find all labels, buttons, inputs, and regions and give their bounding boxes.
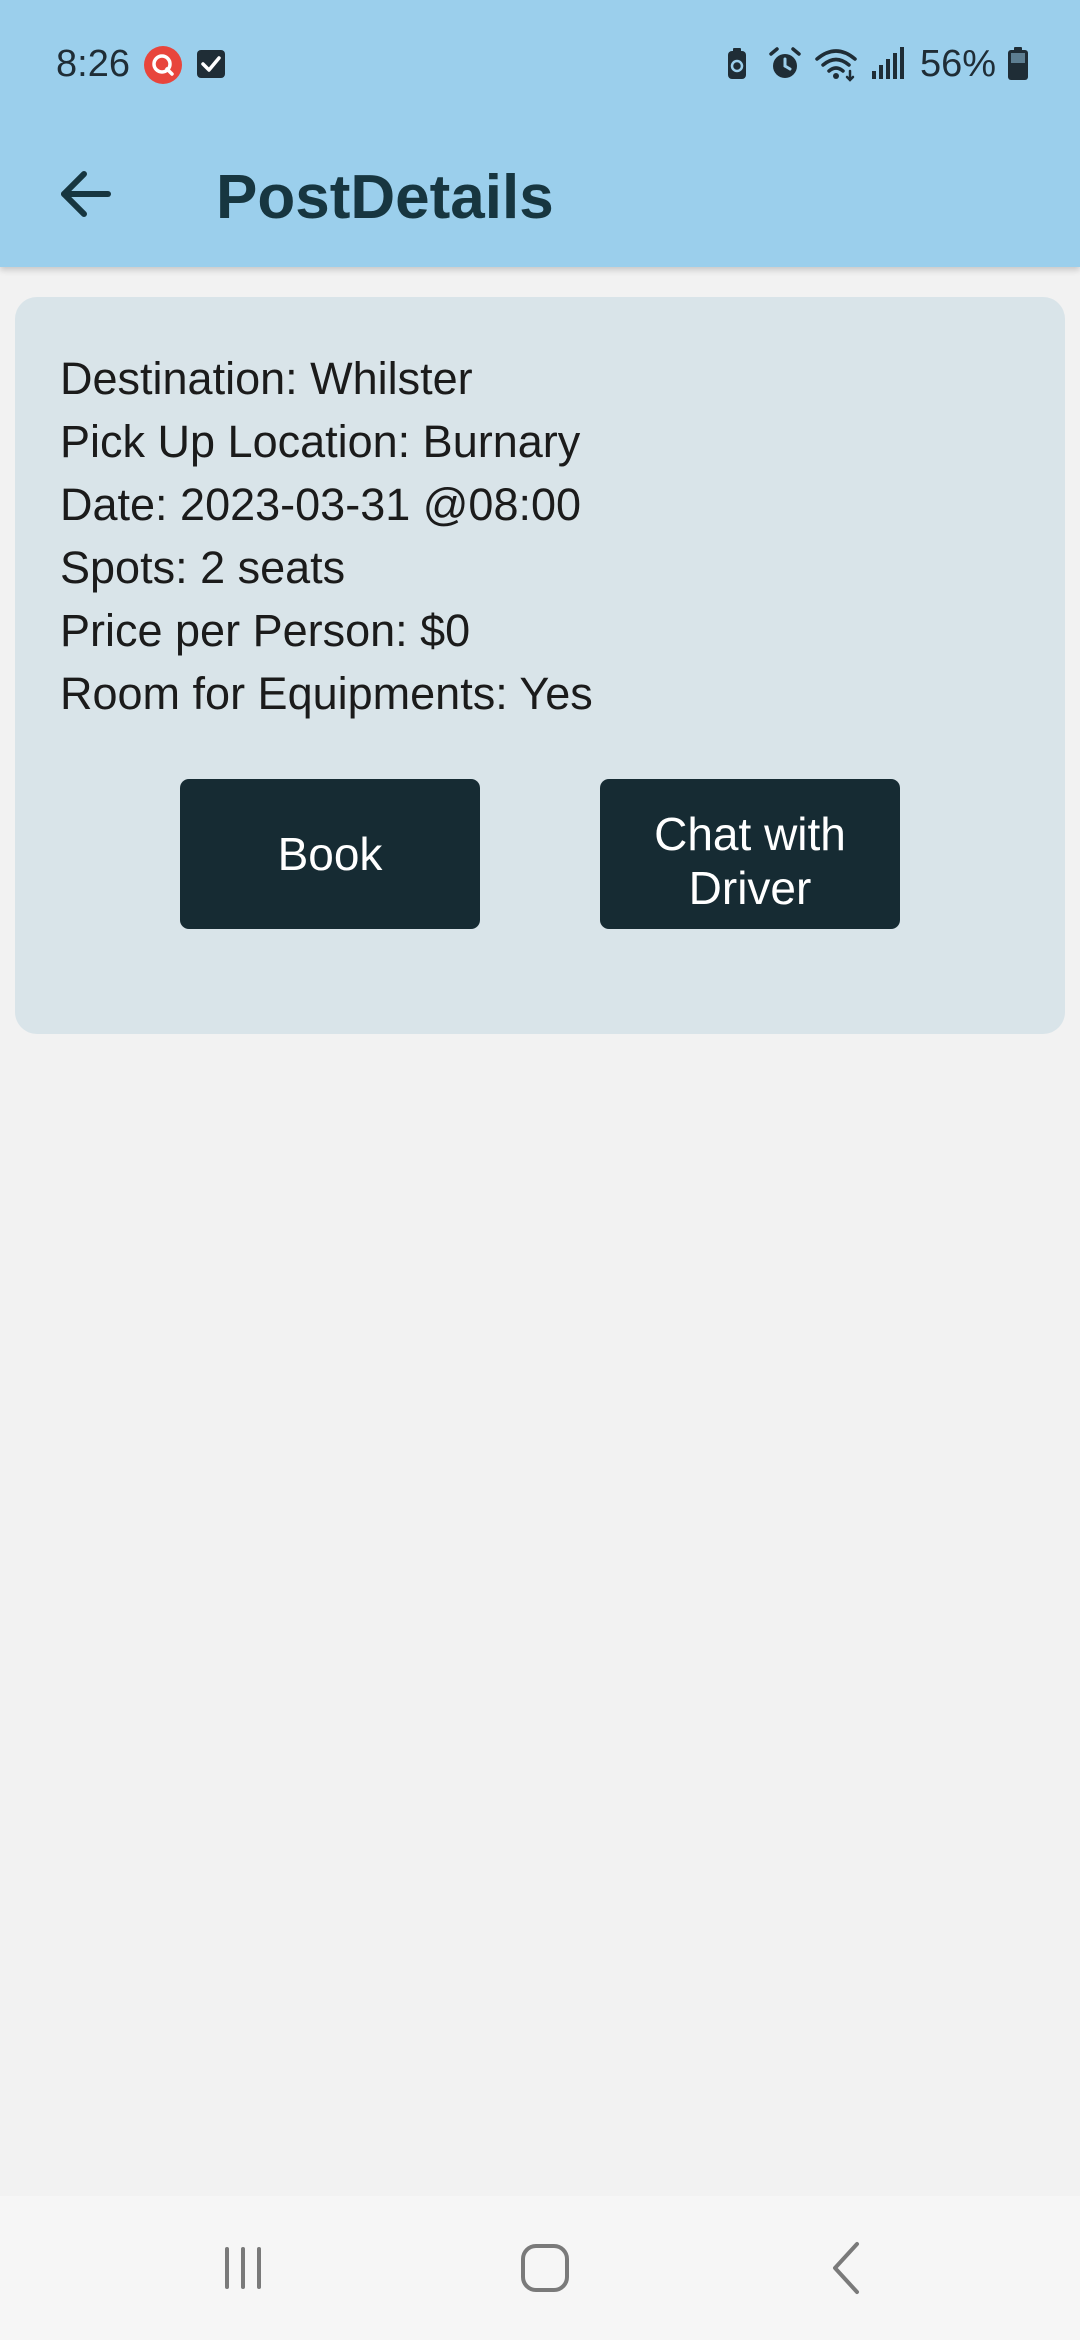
battery-percentage: 56% xyxy=(919,42,996,85)
status-icons: 56% xyxy=(718,40,1030,88)
recent-apps-button[interactable] xyxy=(193,2226,293,2310)
date-text: Date: 2023-03-31 @08:00 xyxy=(60,479,582,530)
signal-icon xyxy=(871,47,904,79)
post-details-list: Destination: Whilster Pick Up Location: … xyxy=(60,347,593,725)
status-time: 8:26 xyxy=(56,43,130,85)
chat-with-driver-button[interactable]: Chat with Driver xyxy=(600,779,900,929)
post-details-card: Destination: Whilster Pick Up Location: … xyxy=(15,297,1065,1034)
battery-icon xyxy=(1008,47,1028,80)
pickup-location-text: Pick Up Location: Burnary xyxy=(60,416,581,467)
arrow-left-icon xyxy=(61,171,111,217)
home-button[interactable] xyxy=(495,2226,595,2310)
search-notification-icon xyxy=(144,46,182,84)
status-bar: 8:26 56% xyxy=(0,0,1080,130)
wifi-icon xyxy=(815,49,857,82)
back-button[interactable] xyxy=(44,152,128,236)
home-icon xyxy=(521,2244,569,2292)
battery-saver-icon xyxy=(727,48,746,79)
app-bar: PostDetails xyxy=(0,130,1080,267)
book-button[interactable]: Book xyxy=(180,779,480,929)
spots-text: Spots: 2 seats xyxy=(60,542,346,593)
system-back-button[interactable] xyxy=(797,2226,897,2310)
recent-apps-icon xyxy=(225,2247,261,2289)
price-text: Price per Person: $0 xyxy=(60,605,471,656)
checkbox-notification-icon xyxy=(196,48,226,80)
chevron-left-icon xyxy=(833,2242,859,2294)
header: 8:26 56% PostDetails xyxy=(0,0,1080,267)
equipment-text: Room for Equipments: Yes xyxy=(60,668,593,719)
alarm-icon xyxy=(769,47,801,78)
post-details-screen: 8:26 56% PostDetails Destination: Whilst… xyxy=(0,0,1080,2340)
destination-text: Destination: Whilster xyxy=(60,353,473,404)
page-title: PostDetails xyxy=(216,163,554,232)
navigation-bar xyxy=(0,2196,1080,2340)
